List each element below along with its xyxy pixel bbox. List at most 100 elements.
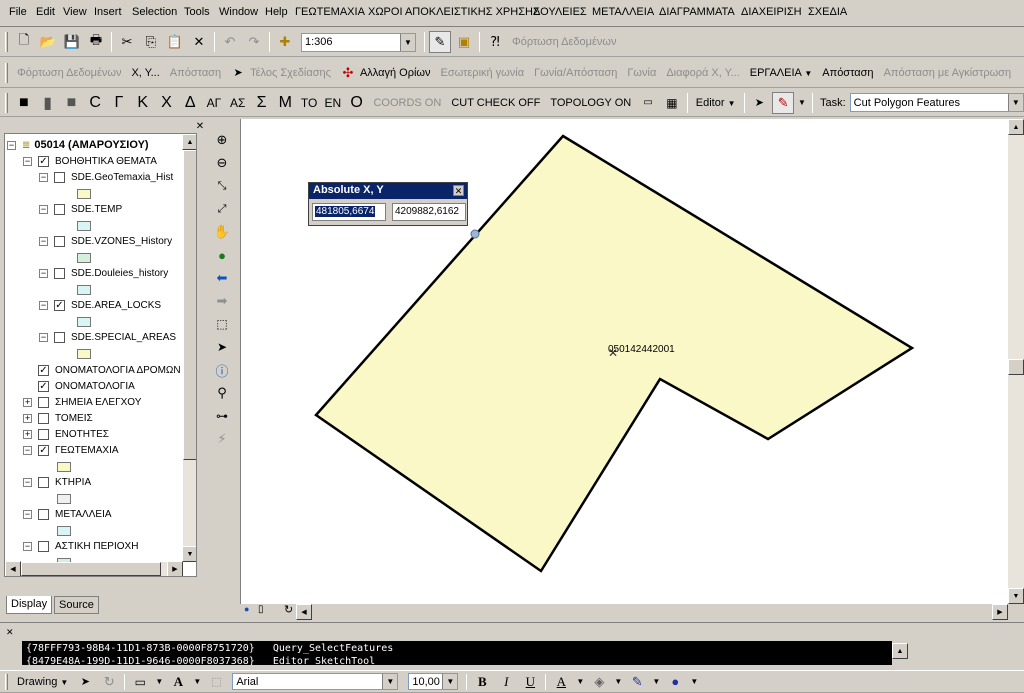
- text-icon[interactable]: A: [167, 671, 189, 693]
- zoom-out-icon[interactable]: ⊖: [212, 153, 232, 173]
- collapse-icon[interactable]: −: [7, 140, 16, 150]
- menu-selection[interactable]: Selection: [132, 6, 177, 18]
- expand-icon[interactable]: +: [23, 397, 32, 407]
- diff-xy-button[interactable]: Διαφορά X, Y...: [661, 67, 744, 79]
- layer-checkbox[interactable]: [38, 540, 49, 552]
- shape-key-o[interactable]: Ο: [346, 92, 368, 114]
- cut-check-off-button[interactable]: CUT CHECK OFF: [446, 97, 545, 109]
- undo-icon[interactable]: ↶: [219, 31, 241, 53]
- chevron-down-icon[interactable]: ▼: [1007, 94, 1023, 111]
- expand-icon[interactable]: +: [23, 413, 32, 423]
- close-icon[interactable]: ✕: [194, 121, 206, 133]
- measure-icon[interactable]: ⊶: [212, 406, 232, 426]
- edit-vertices-icon[interactable]: ⬚: [205, 671, 227, 693]
- add-data-icon[interactable]: ✚: [274, 31, 296, 53]
- chevron-down-icon[interactable]: ▼: [153, 671, 165, 693]
- change-bounds-button[interactable]: Αλλαγή Ορίων: [360, 67, 436, 79]
- layer-symbol-swatch[interactable]: [57, 494, 71, 504]
- scroll-right-icon[interactable]: ▶: [167, 561, 183, 576]
- expand-icon[interactable]: +: [23, 429, 32, 439]
- pan-icon[interactable]: ✋: [212, 222, 232, 242]
- chevron-down-icon[interactable]: ▼: [612, 671, 624, 693]
- toc-layer[interactable]: − ✓ ΓΕΩΤΕΜΑΧΙΑ: [23, 442, 119, 458]
- layer-symbol-swatch[interactable]: [57, 462, 71, 472]
- fixed-zoom-in-icon[interactable]: ⤡: [212, 176, 232, 196]
- topology-on-button[interactable]: TOPOLOGY ON: [545, 97, 636, 109]
- select-elements-icon[interactable]: ➤: [212, 337, 232, 357]
- layer-checkbox[interactable]: ✓: [54, 299, 65, 311]
- menu-file[interactable]: File: [9, 6, 27, 18]
- scroll-up-icon[interactable]: ▲: [182, 134, 196, 150]
- chevron-down-icon[interactable]: ▼: [191, 671, 203, 693]
- toc-vertical-scrollbar[interactable]: ▲ ▼: [182, 134, 196, 562]
- scroll-left-icon[interactable]: ◀: [296, 604, 312, 620]
- vertical-bar-icon[interactable]: ▮: [37, 92, 59, 114]
- scroll-thumb[interactable]: [183, 150, 196, 460]
- shape-key-k[interactable]: Κ: [132, 92, 154, 114]
- load-data-button-2[interactable]: Φόρτωση Δεδομένων: [12, 67, 126, 79]
- collapse-icon[interactable]: −: [39, 204, 48, 214]
- layer-checkbox[interactable]: ✓: [38, 444, 49, 456]
- arc-icon[interactable]: C: [84, 92, 106, 114]
- layer-checkbox[interactable]: [38, 476, 49, 488]
- toc-layer[interactable]: + ΣΗΜΕΙΑ ΕΛΕΓΧΟΥ: [23, 394, 141, 410]
- chevron-down-icon[interactable]: ▼: [688, 671, 700, 693]
- menu-view[interactable]: View: [63, 6, 87, 18]
- menu-tools[interactable]: Tools: [184, 6, 210, 18]
- scroll-right-icon[interactable]: ▶: [992, 604, 1008, 620]
- scroll-thumb[interactable]: [21, 562, 161, 576]
- layer-symbol-swatch[interactable]: [77, 253, 91, 263]
- collapse-icon[interactable]: −: [23, 477, 32, 487]
- full-extent-icon[interactable]: ●: [212, 245, 232, 265]
- scroll-up-icon[interactable]: ▲: [1008, 119, 1024, 135]
- menu-edit[interactable]: Edit: [36, 6, 55, 18]
- collapse-icon[interactable]: −: [23, 445, 32, 455]
- coords-on-button[interactable]: COORDS ON: [368, 97, 446, 109]
- open-folder-icon[interactable]: 📂: [37, 31, 59, 53]
- shape-key-m[interactable]: Μ: [274, 92, 296, 114]
- drawing-menu-button[interactable]: Drawing ▼: [12, 676, 73, 688]
- whats-this-icon[interactable]: ⁈: [484, 31, 506, 53]
- collapse-icon[interactable]: −: [39, 300, 48, 310]
- zoom-in-icon[interactable]: ⊕: [212, 130, 232, 150]
- layer-checkbox[interactable]: [38, 412, 49, 424]
- toc-layer[interactable]: − SDE.Douleies_history: [39, 265, 168, 281]
- shape-key-to[interactable]: ΤΟ: [298, 92, 320, 114]
- data-view-icon[interactable]: ●: [244, 604, 249, 614]
- layer-symbol-swatch[interactable]: [77, 349, 91, 359]
- layer-checkbox[interactable]: [54, 171, 65, 183]
- collapse-icon[interactable]: −: [39, 236, 48, 246]
- checkbox-checked[interactable]: ✓: [38, 155, 49, 167]
- map-vertical-scrollbar[interactable]: ▲ ▼: [1008, 119, 1024, 604]
- hyperlink-icon[interactable]: ⚡: [212, 429, 232, 449]
- layer-checkbox[interactable]: [54, 235, 65, 247]
- distance-button[interactable]: Απόσταση: [165, 67, 226, 79]
- menu-metalleia[interactable]: ΜΕΤΑΛΛΕΙΑ: [592, 6, 654, 18]
- xy-button[interactable]: X, Y...: [126, 67, 164, 79]
- layer-symbol-swatch[interactable]: [77, 221, 91, 231]
- select-features-icon[interactable]: ⬚: [212, 314, 232, 334]
- fixed-zoom-out-icon[interactable]: ⤢: [212, 199, 232, 219]
- italic-button[interactable]: I: [495, 671, 517, 693]
- toc-layer[interactable]: − SDE.TEMP: [39, 201, 122, 217]
- toolbar-grip[interactable]: [5, 32, 8, 52]
- layer-checkbox[interactable]: [38, 428, 49, 440]
- angle-distance-button[interactable]: Γωνία/Απόσταση: [529, 67, 622, 79]
- end-sketch-button[interactable]: Τέλος Σχεδίασης: [250, 67, 336, 79]
- shape-key-s[interactable]: Σ: [251, 92, 273, 114]
- square-icon[interactable]: ■: [13, 92, 35, 114]
- angle-button[interactable]: Γωνία: [622, 67, 661, 79]
- grid-icon[interactable]: ▦: [661, 92, 683, 114]
- scroll-left-icon[interactable]: ◀: [5, 561, 21, 576]
- find-icon[interactable]: ⚲: [212, 383, 232, 403]
- menu-geotemaxia[interactable]: ΓΕΩΤΕΜΑΧΙΑ: [295, 6, 365, 18]
- menu-sxedia[interactable]: ΣΧΕΔΙΑ: [808, 6, 847, 18]
- tab-display[interactable]: Display: [6, 596, 53, 614]
- shape-key-en[interactable]: ΕΝ: [322, 92, 344, 114]
- chevron-down-icon[interactable]: ▼: [650, 671, 662, 693]
- scroll-up-icon[interactable]: ▲: [892, 643, 908, 659]
- menu-window[interactable]: Window: [219, 6, 258, 18]
- print-icon[interactable]: 🖶: [85, 31, 107, 53]
- forward-icon[interactable]: ➡: [212, 291, 232, 311]
- rotate-icon[interactable]: ↻: [98, 671, 120, 693]
